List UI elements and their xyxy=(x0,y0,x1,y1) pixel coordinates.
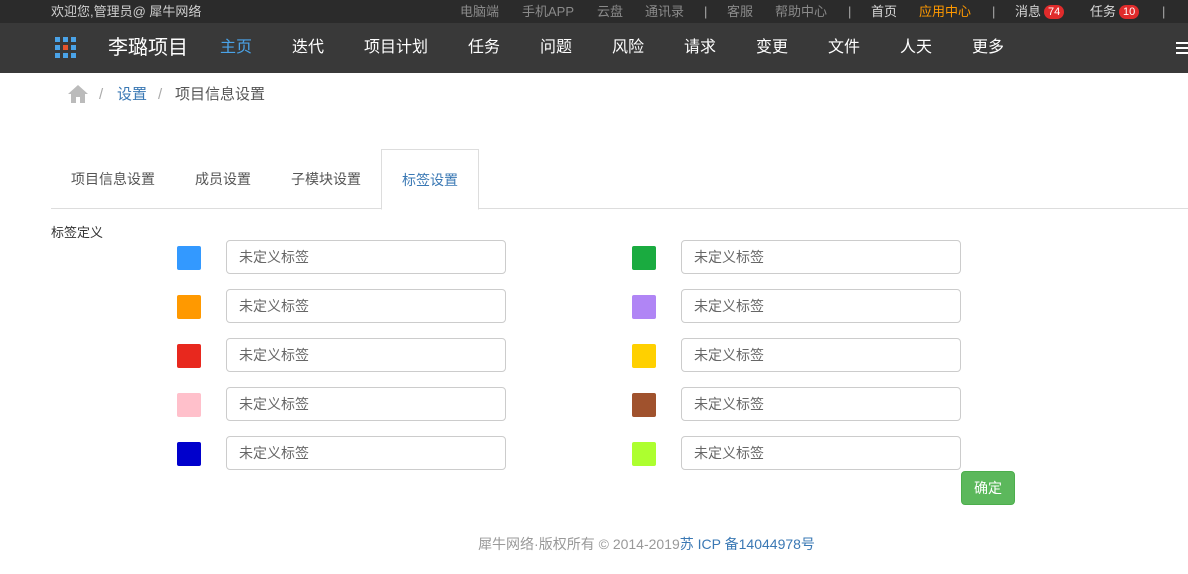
tasks-count-badge: 10 xyxy=(1119,5,1140,19)
link-tasks[interactable]: 任务 10 xyxy=(1090,0,1140,23)
tag-name-input[interactable] xyxy=(681,387,961,421)
breadcrumb-separator: / xyxy=(158,86,163,103)
home-icon[interactable] xyxy=(67,84,89,104)
tag-name-input[interactable] xyxy=(226,436,506,470)
nav-more[interactable]: 更多 xyxy=(972,23,1004,73)
tag-name-input[interactable] xyxy=(681,436,961,470)
tag-color-swatch[interactable] xyxy=(177,246,201,270)
tag-color-swatch[interactable] xyxy=(177,344,201,368)
footer-copyright: 犀牛网络·版权所有 © 2014-2019 xyxy=(478,536,680,552)
project-title: 李璐项目 xyxy=(108,37,188,59)
tab-tags[interactable]: 标签设置 xyxy=(381,149,479,210)
breadcrumb-separator: / xyxy=(99,86,104,103)
tab-project-info[interactable]: 项目信息设置 xyxy=(51,149,175,209)
tag-color-swatch[interactable] xyxy=(177,295,201,319)
tag-definition-label: 标签定义 xyxy=(51,225,104,240)
settings-tabs: 项目信息设置 成员设置 子模块设置 标签设置 xyxy=(51,149,1188,210)
nav-files[interactable]: 文件 xyxy=(828,23,860,73)
link-cloud-disk[interactable]: 云盘 xyxy=(597,0,623,23)
nav-risks[interactable]: 风险 xyxy=(612,23,644,73)
confirm-button[interactable]: 确定 xyxy=(961,471,1015,505)
nav-project-plan[interactable]: 项目计划 xyxy=(364,23,428,73)
nav-man-days[interactable]: 人天 xyxy=(900,23,932,73)
tab-members[interactable]: 成员设置 xyxy=(175,149,271,209)
topbar-separator: | xyxy=(704,4,708,19)
tab-submodules[interactable]: 子模块设置 xyxy=(271,149,381,209)
nav-tasks[interactable]: 任务 xyxy=(468,23,500,73)
nav-requests[interactable]: 请求 xyxy=(684,23,716,73)
link-customer-service[interactable]: 客服 xyxy=(727,0,753,23)
tag-name-input[interactable] xyxy=(226,387,506,421)
link-app-center[interactable]: 应用中心 xyxy=(919,0,971,23)
messages-label: 消息 xyxy=(1015,4,1042,19)
hamburger-icon[interactable] xyxy=(1176,42,1188,54)
topbar-separator: | xyxy=(1162,4,1166,19)
tag-name-input[interactable] xyxy=(226,338,506,372)
top-utility-bar: 欢迎您,管理员@ 犀牛网络 电脑端 手机APP 云盘 通讯录 | 客服 帮助中心… xyxy=(0,0,1188,23)
topbar-separator: | xyxy=(848,4,852,19)
link-help-center[interactable]: 帮助中心 xyxy=(775,0,827,23)
link-mobile-app[interactable]: 手机APP xyxy=(522,0,574,23)
messages-count-badge: 74 xyxy=(1044,5,1065,19)
breadcrumb-settings-link[interactable]: 设置 xyxy=(117,84,147,106)
topbar-separator: | xyxy=(992,4,996,19)
main-navbar: 李璐项目 主页 迭代 项目计划 任务 问题 风险 请求 变更 文件 人天 更多 xyxy=(0,23,1188,73)
tasks-label: 任务 xyxy=(1090,4,1117,19)
tag-color-swatch[interactable] xyxy=(632,295,656,319)
tag-name-input[interactable] xyxy=(226,289,506,323)
tag-name-input[interactable] xyxy=(226,240,506,274)
tag-name-input[interactable] xyxy=(681,338,961,372)
grid-icon[interactable] xyxy=(55,37,77,59)
nav-issues[interactable]: 问题 xyxy=(540,23,572,73)
nav-home[interactable]: 主页 xyxy=(220,23,252,73)
tag-color-swatch[interactable] xyxy=(632,344,656,368)
nav-iterations[interactable]: 迭代 xyxy=(292,23,324,73)
link-desktop[interactable]: 电脑端 xyxy=(460,0,499,23)
tag-name-input[interactable] xyxy=(681,240,961,274)
welcome-text: 欢迎您,管理员@ 犀牛网络 xyxy=(51,4,202,19)
nav-changes[interactable]: 变更 xyxy=(756,23,788,73)
tag-color-swatch[interactable] xyxy=(632,393,656,417)
link-contacts[interactable]: 通讯录 xyxy=(645,0,684,23)
link-home[interactable]: 首页 xyxy=(871,0,897,23)
tag-color-swatch[interactable] xyxy=(632,442,656,466)
footer: 犀牛网络·版权所有 © 2014-2019苏 ICP 备14044978号 xyxy=(0,534,1188,554)
breadcrumb-current: 项目信息设置 xyxy=(175,86,266,103)
tag-color-swatch[interactable] xyxy=(177,442,201,466)
footer-icp-link[interactable]: 苏 ICP 备14044978号 xyxy=(680,536,815,552)
tag-name-input[interactable] xyxy=(681,289,961,323)
tag-color-swatch[interactable] xyxy=(632,246,656,270)
tag-color-swatch[interactable] xyxy=(177,393,201,417)
link-messages[interactable]: 消息 74 xyxy=(1015,0,1065,23)
